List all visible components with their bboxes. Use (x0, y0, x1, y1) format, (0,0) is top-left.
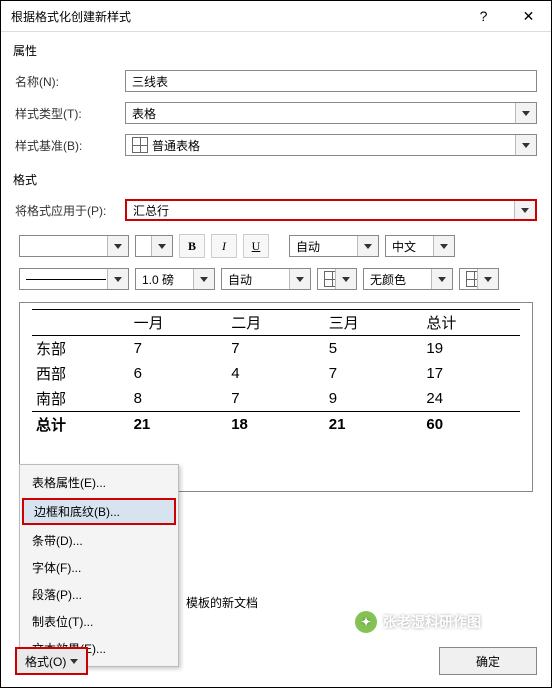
menu-font[interactable]: 字体(F)... (20, 554, 178, 581)
style-type-select[interactable]: 表格 (125, 102, 537, 124)
font-family-select[interactable] (19, 235, 129, 257)
font-size-select[interactable] (135, 235, 173, 257)
close-button[interactable]: ✕ (506, 1, 551, 31)
borders-select[interactable] (317, 268, 357, 290)
section-properties: 属性 (1, 32, 551, 65)
apply-to-select[interactable]: 汇总行 (125, 199, 537, 221)
table-row: 东部77519 (32, 336, 520, 362)
wechat-icon: ✦ (355, 611, 377, 633)
bold-button[interactable]: B (179, 234, 205, 258)
chevron-down-icon (107, 236, 128, 256)
line-weight-select[interactable]: 1.0 磅 (135, 268, 215, 290)
label-style-base: 样式基准(B): (15, 137, 125, 154)
row-apply-to: 将格式应用于(P): 汇总行 (1, 194, 551, 226)
label-apply-to: 将格式应用于(P): (15, 202, 125, 219)
style-base-select[interactable]: 普通表格 (125, 134, 537, 156)
italic-button[interactable]: I (211, 234, 237, 258)
chevron-down-icon (335, 269, 356, 289)
chevron-down-icon (515, 103, 536, 123)
dialog-create-style: 根据格式化创建新样式 ? ✕ 属性 名称(N): 三线表 样式类型(T): 表格… (0, 0, 552, 688)
fill-color-select[interactable]: 无颜色 (363, 268, 453, 290)
menu-tabs[interactable]: 制表位(T)... (20, 608, 178, 635)
chevron-down-icon (193, 269, 214, 289)
row-name: 名称(N): 三线表 (1, 65, 551, 97)
menu-borders-shading[interactable]: 边框和底纹(B)... (22, 498, 176, 525)
row-style-type: 样式类型(T): 表格 (1, 97, 551, 129)
chevron-down-icon (514, 201, 535, 219)
chevron-down-icon (107, 269, 128, 289)
template-new-doc-text: 模板的新文档 (186, 594, 258, 611)
ok-button[interactable]: 确定 (439, 647, 537, 675)
chevron-down-icon (515, 135, 536, 155)
section-format: 格式 (1, 161, 551, 194)
table-row: 南部87924 (32, 386, 520, 412)
table-icon (132, 137, 148, 153)
menu-table-properties[interactable]: 表格属性(E)... (20, 469, 178, 496)
chevron-down-icon (151, 236, 172, 256)
font-toolbar: B I U 自动 中文 (1, 226, 551, 266)
chevron-down-icon (357, 236, 378, 256)
line-color-select[interactable]: 自动 (221, 268, 311, 290)
row-style-base: 样式基准(B): 普通表格 (1, 129, 551, 161)
border-toolbar: 1.0 磅 自动 无颜色 (1, 266, 551, 298)
menu-stripes[interactable]: 条带(D)... (20, 527, 178, 554)
titlebar: 根据格式化创建新样式 ? ✕ (1, 1, 551, 32)
dialog-title: 根据格式化创建新样式 (11, 8, 461, 25)
lang-select[interactable]: 中文 (385, 235, 455, 257)
menu-paragraph[interactable]: 段落(P)... (20, 581, 178, 608)
help-button[interactable]: ? (461, 1, 506, 31)
chevron-down-icon (289, 269, 310, 289)
label-name: 名称(N): (15, 73, 125, 90)
table-row: 西部64717 (32, 361, 520, 386)
chevron-down-icon (433, 236, 454, 256)
format-menu: 表格属性(E)... 边框和底纹(B)... 条带(D)... 字体(F)...… (19, 464, 179, 667)
label-style-type: 样式类型(T): (15, 105, 125, 122)
chevron-down-icon (431, 269, 452, 289)
preview-table: 一月 二月 三月 总计 东部77519 西部64717 南部87924 总计21… (32, 309, 520, 437)
name-input[interactable]: 三线表 (125, 70, 537, 92)
chevron-down-icon (70, 659, 78, 664)
underline-button[interactable]: U (243, 234, 269, 258)
shading-select[interactable] (459, 268, 499, 290)
format-button[interactable]: 格式(O) (15, 647, 88, 675)
watermark: ✦ 张老湿科研作图 (355, 611, 481, 633)
table-footer-row: 总计21182160 (32, 412, 520, 438)
font-color-select[interactable]: 自动 (289, 235, 379, 257)
line-style-select[interactable] (19, 268, 129, 290)
chevron-down-icon (477, 269, 498, 289)
table-header-row: 一月 二月 三月 总计 (32, 310, 520, 336)
